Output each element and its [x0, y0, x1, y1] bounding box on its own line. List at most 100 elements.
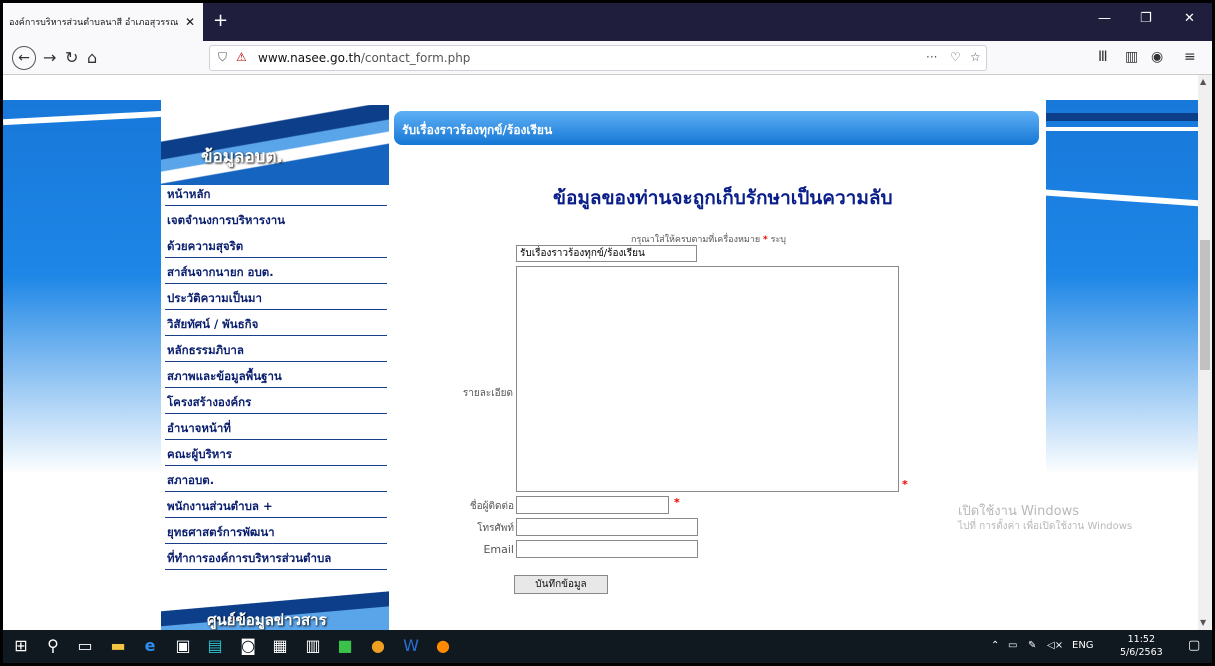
sidebar-item-vision[interactable]: วิสัยทัศน์ / พันธกิจ [165, 310, 387, 336]
sidebar-item-executives[interactable]: คณะผู้บริหาร [165, 440, 387, 466]
phone-input[interactable] [516, 518, 698, 536]
tab-close-icon[interactable]: ✕ [185, 15, 195, 29]
content-bar-title: รับเรื่องราวร้องทุกข์/ร้องเรียน [402, 123, 553, 137]
sidebar-icon[interactable]: ▥ [1125, 49, 1138, 65]
scroll-down-icon[interactable]: ▼ [1200, 618, 1206, 627]
email-label: Email [483, 543, 514, 556]
sidebar-footer-title: ศูนย์ข้อมูลข่าวสาร [207, 611, 327, 629]
background-stripe [3, 110, 164, 126]
close-window-button[interactable]: ✕ [1184, 11, 1195, 26]
clock[interactable]: 11:52 5/6/2563 [1120, 633, 1163, 659]
restore-button[interactable]: ❐ [1140, 11, 1152, 26]
background-stripe [1043, 113, 1198, 121]
reload-icon[interactable]: ↻ [65, 48, 78, 67]
url-path: /contact_form.php [360, 51, 471, 65]
sidebar-item-integrity-2[interactable]: ด้วยความสุจริต [165, 232, 387, 258]
new-tab-button[interactable]: + [213, 10, 228, 31]
page-title: ข้อมูลของท่านจะถูกเก็บรักษาเป็นความลับ [553, 187, 893, 209]
task-view-icon[interactable]: ▭ [73, 636, 97, 655]
firefox-icon[interactable]: ● [431, 636, 455, 655]
page-actions-icon[interactable]: ··· [926, 50, 937, 64]
scroll-up-icon[interactable]: ▲ [1200, 77, 1206, 86]
volume-muted-icon[interactable]: ◁× [1047, 640, 1063, 651]
calendar-icon[interactable]: ▥ [301, 636, 325, 655]
edge-icon[interactable]: e [138, 636, 162, 655]
sidebar-item-mayor-message[interactable]: สาส์นจากนายก อบต. [165, 258, 387, 284]
sidebar-header-title: ข้อมูลอบต. [201, 147, 283, 167]
save-button[interactable]: บันทึกข้อมูล [514, 575, 608, 594]
network-icon[interactable]: ▭ [1008, 640, 1017, 651]
url-text: www.nasee.go.th/contact_form.php [258, 51, 470, 65]
search-icon[interactable]: ⚲ [41, 636, 65, 655]
activate-windows-title: เปิดใช้งาน Windows [958, 504, 1080, 519]
sidebar-item-council[interactable]: สภาอบต. [165, 466, 387, 492]
required-hint: กรุณาใส่ให้ครบตามที่เครื่องหมาย * ระบุ [631, 232, 786, 246]
sidebar-item-office[interactable]: ที่ทำการองค์การบริหารส่วนตำบล [165, 544, 387, 570]
photos-icon[interactable]: ▤ [203, 636, 227, 655]
back-button[interactable]: ← [12, 46, 36, 70]
minimize-button[interactable]: — [1098, 11, 1111, 26]
screen: องค์การบริหารส่วนตำบลนาสี อำเภอสุวรรณ ✕ … [3, 3, 1212, 663]
calculator-icon[interactable]: ▦ [268, 636, 292, 655]
page-scrollbar[interactable]: ▲ ▼ [1198, 75, 1212, 630]
store-icon[interactable]: ▣ [171, 636, 195, 655]
sidebar-item-structure[interactable]: โครงสร้างองค์กร [165, 388, 387, 414]
library-icon[interactable]: Ⅲ [1098, 49, 1108, 65]
background-stripe [1042, 189, 1198, 207]
sidebar-item-basic-info[interactable]: สภาพและข้อมูลพื้นฐาน [165, 362, 387, 388]
required-star: * [763, 235, 768, 245]
scroll-thumb[interactable] [1200, 240, 1210, 370]
notifications-icon[interactable]: ▢ [1188, 638, 1200, 653]
activate-windows-subtitle: ไปที่ การตั้งค่า เพื่อเปิดใช้งาน Windows [958, 521, 1133, 532]
home-icon[interactable]: ⌂ [87, 48, 97, 67]
browser-titlebar: องค์การบริหารส่วนตำบลนาสี อำเภอสุวรรณ ✕ … [3, 3, 1212, 41]
contact-label: ชื่อผู้ติดต่อ [469, 501, 514, 512]
phone-label: โทรศัพท์ [477, 523, 514, 534]
windows-taskbar: ⊞ ⚲ ▭ ▬ e ▣ ▤ ◙ ▦ ▥ ■ ● W ● ⌃ ▭ ✎ ◁× ENG… [3, 630, 1212, 663]
sidebar-footer: ศูนย์ข้อมูลข่าวสาร [161, 590, 389, 630]
shield-icon[interactable]: ⛉ [218, 50, 227, 65]
email-input[interactable] [516, 540, 698, 558]
tab-title: องค์การบริหารส่วนตำบลนาสี อำเภอสุวรรณ [9, 18, 179, 28]
sidebar-item-home[interactable]: หน้าหลัก [165, 180, 387, 206]
detail-label: รายละเอียด [462, 388, 513, 399]
hint-text: กรุณาใส่ให้ครบตามที่เครื่องหมาย [631, 235, 761, 245]
sidebar-item-governance[interactable]: หลักธรรมภิบาล [165, 336, 387, 362]
contact-name-input[interactable] [516, 496, 669, 514]
url-bar[interactable]: ⛉ ⚠ www.nasee.go.th/contact_form.php ···… [209, 45, 987, 71]
detail-textarea[interactable] [516, 266, 899, 492]
background-stripe [1043, 127, 1198, 131]
chrome-icon[interactable]: ● [366, 636, 390, 655]
forward-icon[interactable]: → [43, 48, 56, 67]
account-icon[interactable]: ◉ [1151, 49, 1163, 65]
file-explorer-icon[interactable]: ▬ [106, 636, 130, 655]
camera-icon[interactable]: ◙ [236, 636, 260, 655]
pen-icon[interactable]: ✎ [1028, 640, 1036, 651]
language-indicator[interactable]: ENG [1072, 640, 1094, 651]
pocket-icon[interactable]: ♡ [950, 50, 961, 64]
page-viewport: ข้อมูลอบต. หน้าหลัก เจตจำนงการบริหารงาน … [3, 75, 1198, 630]
word-icon[interactable]: W [399, 636, 423, 655]
url-domain: www.nasee.go.th [258, 51, 361, 65]
subject-input[interactable] [516, 245, 697, 262]
detail-required-star: * [902, 478, 908, 491]
sidebar-item-history[interactable]: ประวัติความเป็นมา [165, 284, 387, 310]
hint-text-end: ระบุ [770, 235, 787, 245]
sidebar-item-integrity[interactable]: เจตจำนงการบริหารงาน [165, 206, 387, 232]
browser-tab[interactable]: องค์การบริหารส่วนตำบลนาสี อำเภอสุวรรณ ✕ [3, 3, 203, 41]
sidebar-header: ข้อมูลอบต. [161, 105, 389, 185]
clock-date: 5/6/2563 [1120, 647, 1163, 658]
menu-icon[interactable]: ≡ [1184, 49, 1196, 65]
sidebar-item-authority[interactable]: อำนาจหน้าที่ [165, 414, 387, 440]
sidebar-menu: หน้าหลัก เจตจำนงการบริหารงาน ด้วยความสุจ… [165, 180, 387, 570]
browser-navbar: ← → ↻ ⌂ ⛉ ⚠ www.nasee.go.th/contact_form… [3, 41, 1212, 75]
line-app-icon[interactable]: ■ [333, 636, 357, 655]
contact-required-star: * [674, 496, 680, 509]
sidebar-item-strategy[interactable]: ยุทธศาสตร์การพัฒนา [165, 518, 387, 544]
clock-time: 11:52 [1127, 634, 1156, 645]
tray-chevron-icon[interactable]: ⌃ [991, 640, 999, 651]
sidebar-item-staff[interactable]: พนักงานส่วนตำบล + [165, 492, 387, 518]
bookmark-star-icon[interactable]: ☆ [970, 50, 981, 64]
insecure-lock-icon[interactable]: ⚠ [236, 50, 247, 64]
windows-start-icon[interactable]: ⊞ [9, 636, 33, 655]
